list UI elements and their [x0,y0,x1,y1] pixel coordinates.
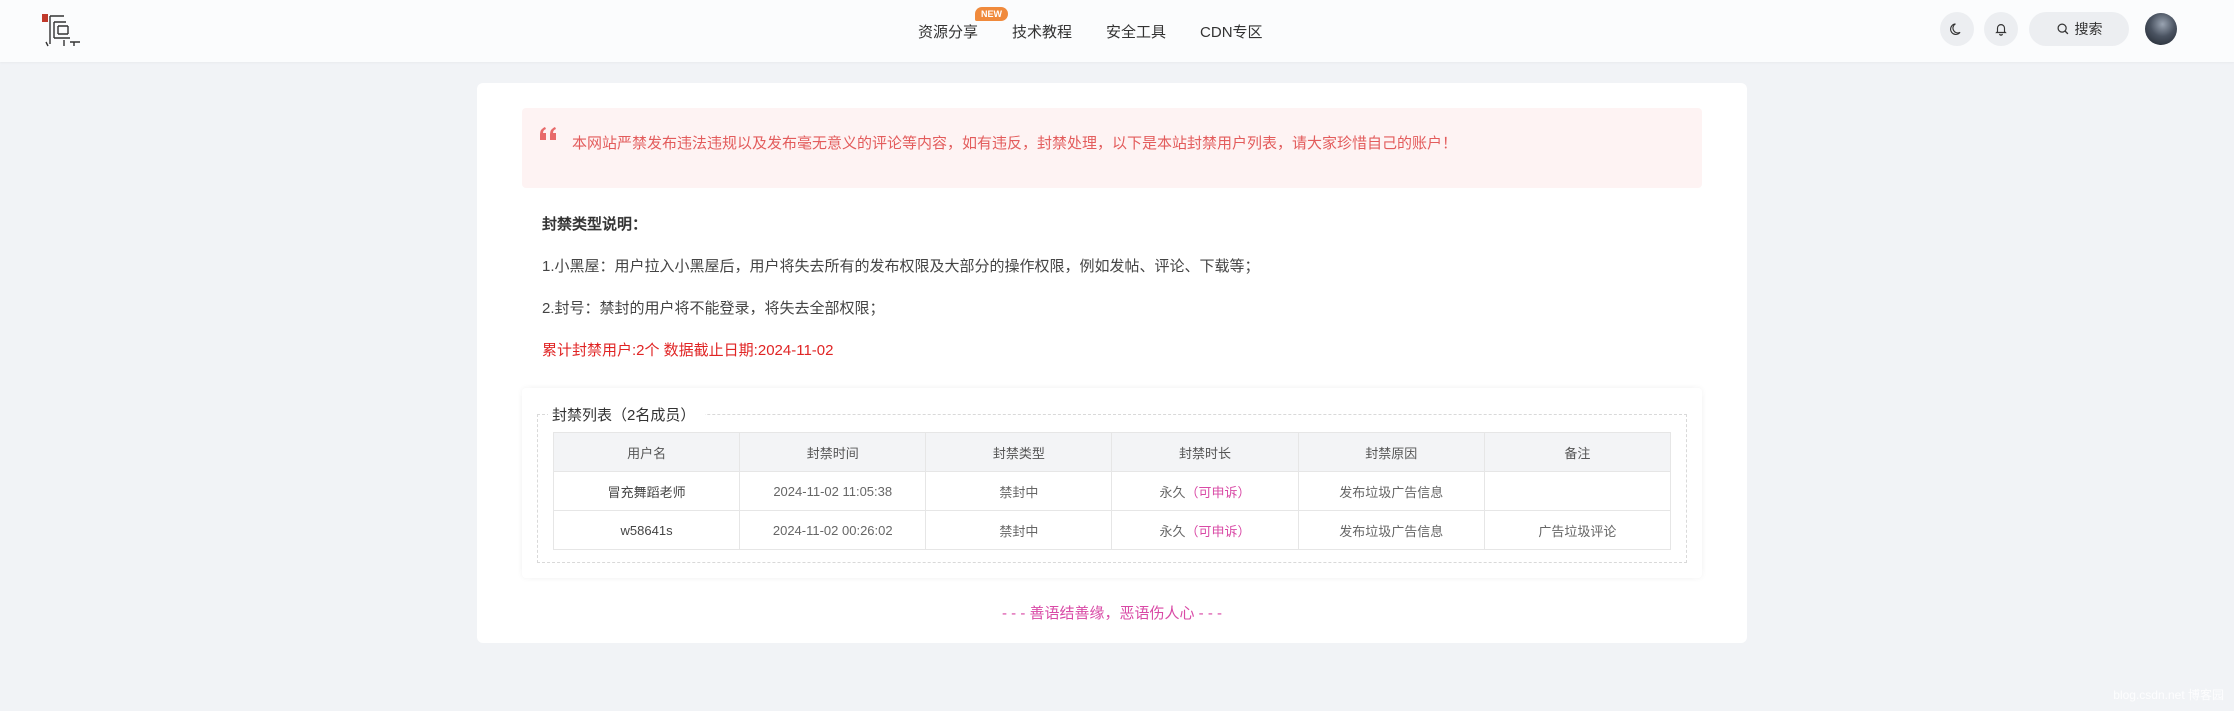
ban-type-cell: 禁封中 [925,510,1113,550]
notice-box: 本网站严禁发布违法违规以及发布毫无意义的评论等内容，如有违反，封禁处理，以下是本… [522,108,1702,188]
ban-type-cell: 禁封中 [925,471,1113,511]
table-row: w58641s 2024-11-02 00:26:02 禁封中 永久（可申诉） … [552,510,1672,550]
ban-reason-cell: 发布垃圾广告信息 [1297,510,1485,550]
ban-time-cell: 2024-11-02 11:05:38 [739,471,927,511]
ban-duration-cell: 永久（可申诉） [1111,471,1299,511]
ban-type-item: 2.封号：禁封的用户将不能登录，将失去全部权限； [542,300,885,317]
column-header: 封禁类型 [925,432,1113,472]
username-cell: 冒充舞蹈老师 [552,471,741,511]
quote-icon [540,127,556,140]
ban-stats: 累计封禁用户:2个 数据截止日期:2024-11-02 [542,342,834,359]
site-logo[interactable] [40,12,84,48]
nav-item-cdn[interactable]: CDN专区 [1200,21,1263,42]
column-header: 封禁时长 [1111,432,1299,472]
duration-text: 永久 [1159,484,1186,500]
column-header: 用户名 [552,432,741,472]
ban-list-legend: 封禁列表（2名成员） [548,404,706,425]
appeal-link[interactable]: （可申诉） [1186,485,1251,500]
bell-icon [1995,24,2007,36]
appeal-link[interactable]: （可申诉） [1186,524,1251,539]
column-header: 备注 [1483,432,1672,472]
avatar[interactable] [2145,13,2177,45]
ban-duration-cell: 永久（可申诉） [1111,510,1299,550]
nav-item-security-tools[interactable]: 安全工具 [1106,21,1166,42]
footer-slogan: - - - 善语结善缘，恶语伤人心 - - - [1002,605,1222,622]
notice-text: 本网站严禁发布违法违规以及发布毫无意义的评论等内容，如有违反，封禁处理，以下是本… [572,135,1458,152]
theme-toggle-button[interactable] [1940,12,1974,46]
note-cell [1483,471,1672,511]
ban-time-cell: 2024-11-02 00:26:02 [739,510,927,550]
ban-type-item: 1.小黑屋：用户拉入小黑屋后，用户将失去所有的发布权限及大部分的操作权限，例如发… [542,258,1260,275]
search-icon [2056,23,2068,35]
main-nav: 资源分享 NEW 技术教程 安全工具 CDN专区 [918,0,1297,62]
nav-item-label: 技术教程 [1012,23,1073,41]
nav-item-label: 安全工具 [1106,23,1167,41]
new-badge: NEW [975,6,1009,21]
watermark: blog.csdn.net 博客园 [2113,688,2224,702]
ban-type-title: 封禁类型说明： [542,216,648,233]
nav-item-label: CDN专区 [1200,23,1263,41]
moon-icon [1950,23,1961,35]
top-header: 资源分享 NEW 技术教程 安全工具 CDN专区 搜索 [0,0,2234,62]
note-cell: 广告垃圾评论 [1483,510,1672,550]
nav-item-label: 资源分享 [918,23,979,41]
duration-text: 永久 [1159,523,1186,539]
ban-table: 用户名 封禁时间 封禁类型 封禁时长 封禁原因 备注 冒充舞蹈老师 2024-1… [552,432,1672,550]
search-label: 搜索 [2074,21,2103,37]
table-row: 冒充舞蹈老师 2024-11-02 11:05:38 禁封中 永久（可申诉） 发… [552,471,1672,511]
nav-item-tutorials[interactable]: 技术教程 [1012,21,1072,42]
username-cell: w58641s [552,510,741,550]
ban-list-card: 本网站严禁发布违法违规以及发布毫无意义的评论等内容，如有违反，封禁处理，以下是本… [477,83,1747,643]
column-header: 封禁时间 [739,432,927,472]
nav-item-resources[interactable]: 资源分享 NEW [918,6,1009,42]
notification-button[interactable] [1984,12,2018,46]
ban-reason-cell: 发布垃圾广告信息 [1297,471,1485,511]
ban-list-panel: 封禁列表（2名成员） 用户名 封禁时间 封禁类型 封禁时长 封禁原因 备注 冒充… [522,388,1702,578]
column-header: 封禁原因 [1297,432,1485,472]
ban-list-fieldset: 封禁列表（2名成员） 用户名 封禁时间 封禁类型 封禁时长 封禁原因 备注 冒充… [537,404,1687,563]
search-button[interactable]: 搜索 [2029,12,2129,46]
table-header-row: 用户名 封禁时间 封禁类型 封禁时长 封禁原因 备注 [552,432,1672,472]
